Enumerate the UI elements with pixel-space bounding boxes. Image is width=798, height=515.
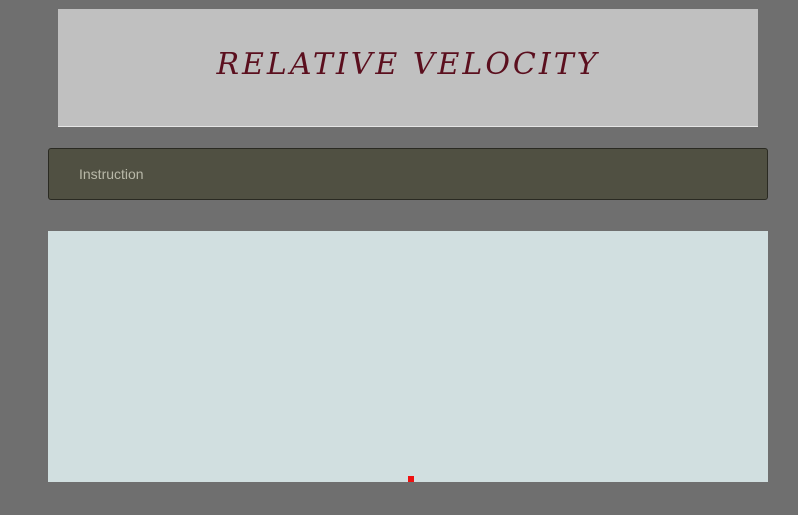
object-marker[interactable] [408,476,414,482]
instruction-button[interactable]: Instruction [48,148,768,200]
simulation-canvas[interactable] [48,231,768,482]
title-banner: RELATIVE VELOCITY [58,9,758,127]
page-title: RELATIVE VELOCITY [216,47,600,82]
instruction-label: Instruction [79,166,144,182]
